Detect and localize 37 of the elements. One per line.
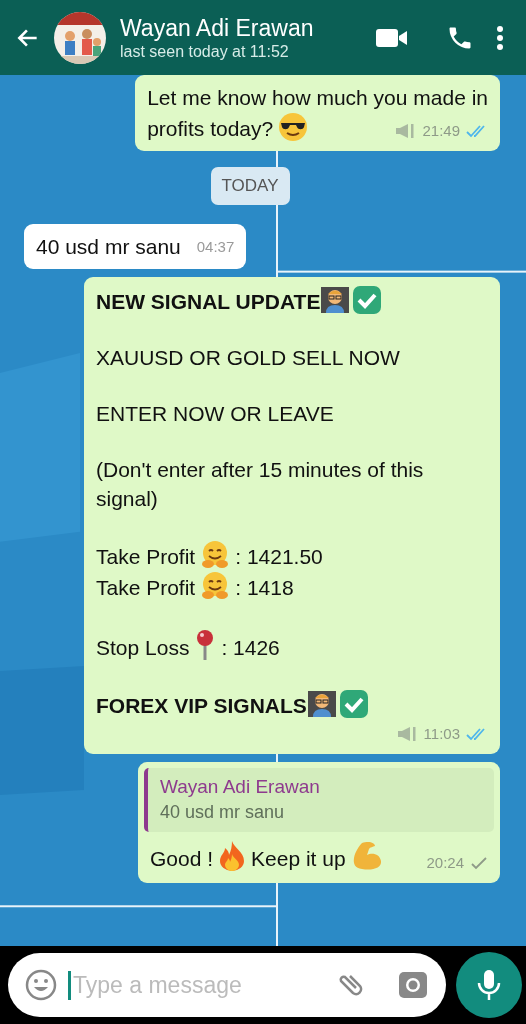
message-text: Take Profit [96,576,196,599]
message-text: Let me know how much you made in [147,86,488,109]
message-text: FOREX VIP SIGNALS [96,694,307,717]
quoted-message[interactable]: Wayan Adi Erawan 40 usd mr sanu [144,768,494,832]
hugging-face-icon [200,540,231,570]
quote-author: Wayan Adi Erawan [160,775,321,799]
message-text: NEW SIGNAL UPDATE [96,290,321,313]
message-text: Good ! [150,847,214,870]
last-seen-status: last seen today at 11:52 [120,41,290,62]
message-text: (Don't enter after 15 minutes of this signal) [96,458,424,510]
check-mark-icon [338,689,369,719]
more-icon [496,24,504,51]
message-time: 21:49 [422,121,460,141]
message-text: Keep it up [251,847,346,870]
message-text: : 1426 [221,636,280,659]
message-time: 11:03 [423,724,460,744]
contact-name: Wayan Adi Erawan [120,13,315,42]
quote-text: 40 usd mr sanu [160,801,286,824]
message-time: 04:37 [196,237,235,257]
message-text: Stop Loss [96,636,190,659]
message-text: : 1418 [235,576,294,599]
teacher-icon [306,689,337,719]
message-text: Take Profit [96,545,196,568]
date-chip: TODAY [210,167,290,205]
message-field[interactable]: Type a message [8,953,446,1017]
message-time: 20:24 [426,853,464,873]
message-text: profits today? [147,117,274,140]
hugging-face-icon [200,571,231,601]
message-text: XAUUSD OR GOLD SELL NOW [96,346,400,369]
message-text: ENTER NOW OR LEAVE [96,402,334,425]
sunglasses-face-icon [278,112,309,142]
message-text: 40 usd mr sanu [36,235,181,258]
emoji-icon[interactable] [24,968,58,1002]
message-text: : 1421.50 [235,545,323,568]
teacher-icon [320,285,351,315]
fire-icon [218,840,247,872]
check-mark-icon [352,285,383,315]
